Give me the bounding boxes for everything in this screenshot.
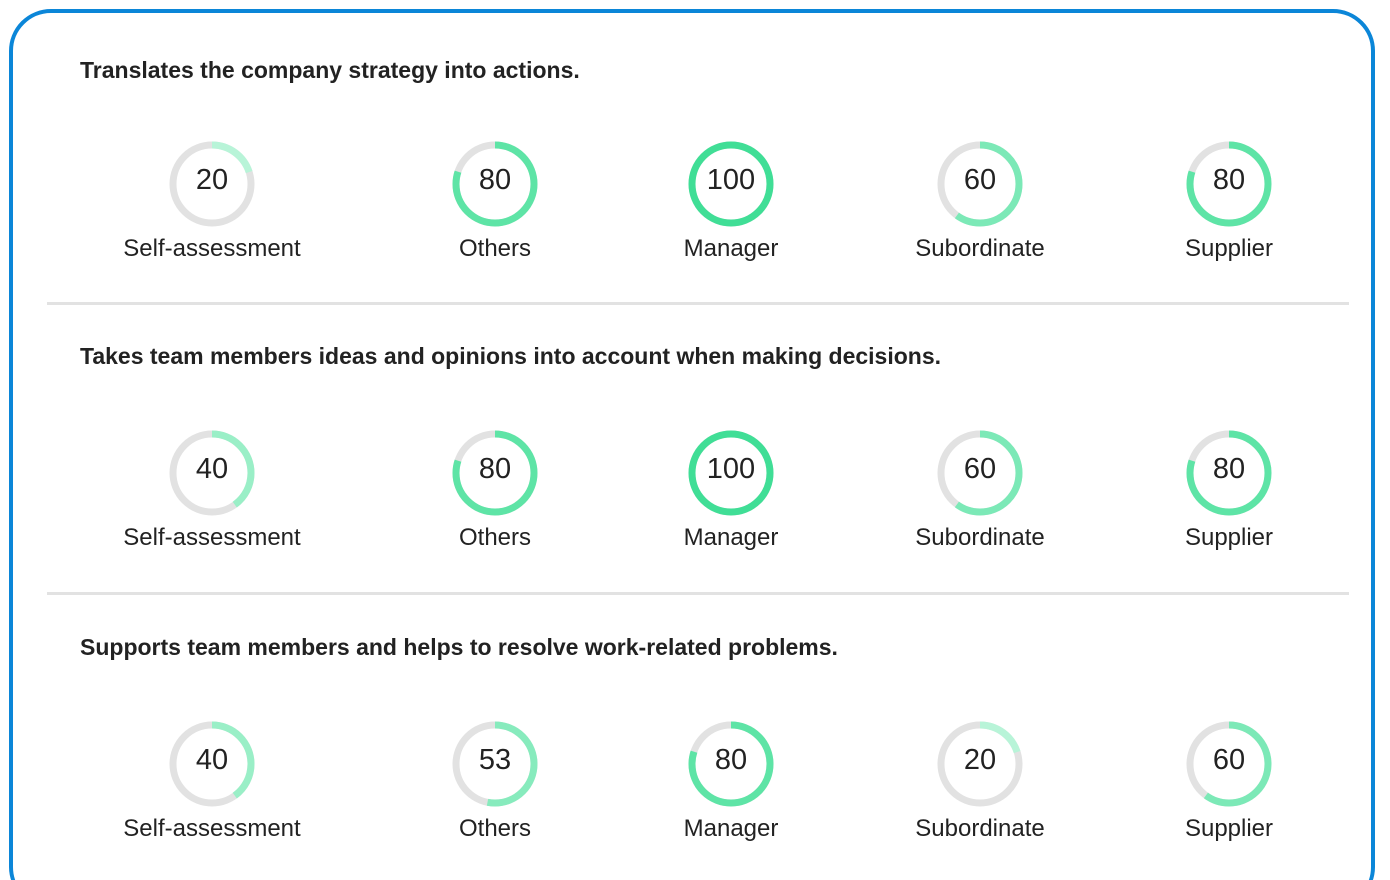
score-gauge-subordinate: 20 Subordinate [860, 721, 1100, 861]
score-label: Manager [683, 815, 779, 842]
score-label: Self-assessment [123, 815, 301, 842]
section-divider [47, 302, 1349, 305]
section-divider [47, 592, 1349, 595]
score-gauge-supplier: 60 Supplier [1109, 721, 1349, 861]
score-row: 40 Self-assessment 53 Others 80 Manager [13, 721, 1379, 861]
score-label: Self-assessment [123, 524, 301, 551]
score-value: 80 [478, 453, 512, 485]
score-gauge-others: 80 Others [375, 430, 615, 570]
score-value: 40 [195, 453, 229, 485]
score-label: Supplier [1184, 815, 1274, 842]
score-gauge-manager: 80 Manager [611, 721, 851, 861]
score-label: Manager [683, 235, 779, 262]
score-value: 80 [1212, 164, 1246, 196]
score-label: Others [458, 815, 532, 842]
score-gauge-subordinate: 60 Subordinate [860, 141, 1100, 281]
score-value: 100 [706, 164, 756, 196]
score-gauge-self-assessment: 40 Self-assessment [92, 721, 332, 861]
score-gauge-manager: 100 Manager [611, 430, 851, 570]
score-label: Supplier [1184, 235, 1274, 262]
score-label: Others [458, 524, 532, 551]
score-value: 100 [706, 453, 756, 485]
score-gauge-manager: 100 Manager [611, 141, 851, 281]
score-value: 20 [195, 164, 229, 196]
score-label: Others [458, 235, 532, 262]
score-value: 40 [195, 744, 229, 776]
score-label: Subordinate [915, 815, 1045, 842]
score-row: 40 Self-assessment 80 Others 100 Manager [13, 430, 1379, 570]
score-label: Subordinate [915, 524, 1045, 551]
score-label: Subordinate [915, 235, 1045, 262]
score-value: 60 [963, 453, 997, 485]
score-label: Self-assessment [123, 235, 301, 262]
score-gauge-subordinate: 60 Subordinate [860, 430, 1100, 570]
competency-title: Translates the company strategy into act… [80, 57, 580, 83]
score-gauge-others: 53 Others [375, 721, 615, 861]
competency-card: Translates the company strategy into act… [9, 9, 1375, 880]
score-gauge-self-assessment: 20 Self-assessment [92, 141, 332, 281]
score-value: 20 [963, 744, 997, 776]
score-value: 60 [963, 164, 997, 196]
score-value: 53 [478, 744, 512, 776]
score-row: 20 Self-assessment 80 Others 100 Manager [13, 141, 1379, 281]
score-gauge-others: 80 Others [375, 141, 615, 281]
score-label: Supplier [1184, 524, 1274, 551]
competency-title: Takes team members ideas and opinions in… [80, 343, 942, 369]
score-value: 80 [714, 744, 748, 776]
score-value: 60 [1212, 744, 1246, 776]
score-gauge-supplier: 80 Supplier [1109, 430, 1349, 570]
score-gauge-supplier: 80 Supplier [1109, 141, 1349, 281]
competency-title: Supports team members and helps to resol… [80, 634, 838, 660]
score-label: Manager [683, 524, 779, 551]
score-value: 80 [1212, 453, 1246, 485]
score-gauge-self-assessment: 40 Self-assessment [92, 430, 332, 570]
score-value: 80 [478, 164, 512, 196]
